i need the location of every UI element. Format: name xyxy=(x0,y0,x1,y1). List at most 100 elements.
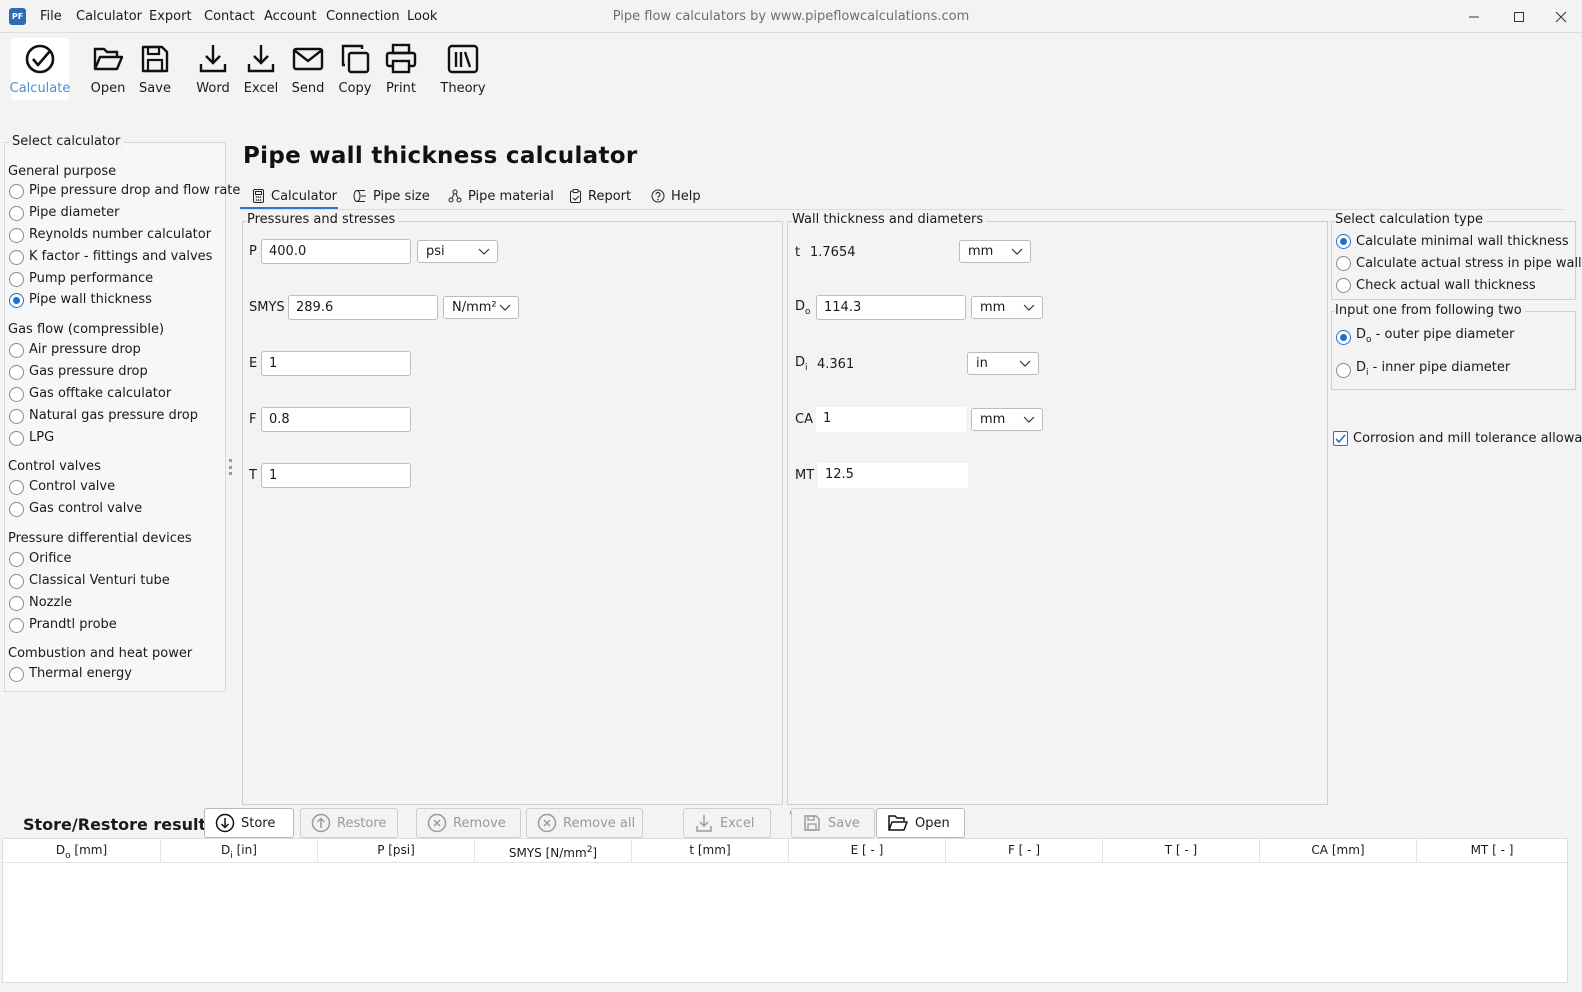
calculate-button[interactable]: Calculate xyxy=(10,38,70,100)
do-unit-select[interactable]: mm xyxy=(971,296,1043,319)
radio-nozzle[interactable] xyxy=(9,596,24,611)
radio-pump-performance[interactable] xyxy=(9,272,24,287)
maximize-button[interactable] xyxy=(1497,0,1541,33)
option-actual-stress[interactable]: Calculate actual stress in pipe wall xyxy=(1356,256,1582,271)
item-pipe-pressure-drop[interactable]: Pipe pressure drop and flow rate xyxy=(29,183,240,198)
item-pump-performance[interactable]: Pump performance xyxy=(29,271,153,286)
col-header-t-factor[interactable]: T [ - ] xyxy=(1103,839,1260,863)
store-excel-button[interactable]: Excel xyxy=(683,808,771,838)
radio-air-pressure-drop[interactable] xyxy=(9,343,24,358)
radio-gas-control-valve[interactable] xyxy=(9,502,24,517)
option-check-wall[interactable]: Check actual wall thickness xyxy=(1356,278,1536,293)
item-orifice[interactable]: Orifice xyxy=(29,551,72,566)
radio-orifice[interactable] xyxy=(9,552,24,567)
radio-minimal-wall[interactable] xyxy=(1336,234,1351,249)
remove-all-button[interactable]: Remove all xyxy=(526,808,643,838)
smys-input[interactable]: 289.6 xyxy=(288,295,438,320)
mill-tolerance-input[interactable]: 12.5 xyxy=(818,463,968,488)
item-control-valve[interactable]: Control valve xyxy=(29,479,115,494)
option-inner-diameter[interactable]: Di - inner pipe diameter xyxy=(1356,360,1510,378)
store-button[interactable]: Store xyxy=(204,808,294,838)
radio-pipe-wall-thickness[interactable] xyxy=(9,293,24,308)
radio-check-wall[interactable] xyxy=(1336,278,1351,293)
corrosion-label[interactable]: Corrosion and mill tolerance allowance xyxy=(1353,431,1582,446)
tab-help[interactable]: Help xyxy=(651,184,701,208)
menu-connection[interactable]: Connection xyxy=(326,9,400,24)
col-header-do[interactable]: Do [mm] xyxy=(3,839,161,863)
option-outer-diameter[interactable]: Do - outer pipe diameter xyxy=(1356,327,1514,345)
close-button[interactable] xyxy=(1539,0,1582,33)
item-lpg[interactable]: LPG xyxy=(29,430,54,445)
minimize-button[interactable] xyxy=(1452,0,1496,33)
col-header-t[interactable]: t [mm] xyxy=(632,839,789,863)
t-unit-select[interactable]: mm xyxy=(959,240,1031,263)
results-table[interactable]: Do [mm] Di [in] P [psi] SMYS [N/mm2] t [… xyxy=(2,838,1568,983)
radio-reynolds[interactable] xyxy=(9,228,24,243)
radio-lpg[interactable] xyxy=(9,431,24,446)
item-reynolds[interactable]: Reynolds number calculator xyxy=(29,227,211,242)
radio-pipe-diameter[interactable] xyxy=(9,206,24,221)
radio-inner-diameter[interactable] xyxy=(1336,363,1351,378)
option-minimal-wall[interactable]: Calculate minimal wall thickness xyxy=(1356,234,1569,249)
menu-look[interactable]: Look xyxy=(407,9,437,24)
store-save-button[interactable]: Save xyxy=(791,808,875,838)
radio-pipe-pressure-drop[interactable] xyxy=(9,184,24,199)
col-header-e[interactable]: E [ - ] xyxy=(789,839,946,863)
tab-pipe-size[interactable]: Pipe size xyxy=(353,184,430,208)
outer-diameter-input[interactable]: 114.3 xyxy=(816,295,966,320)
menu-contact[interactable]: Contact xyxy=(204,9,255,24)
menu-file[interactable]: File xyxy=(40,9,62,24)
tab-calculator[interactable]: Calculator xyxy=(252,184,337,208)
col-header-mt[interactable]: MT [ - ] xyxy=(1417,839,1567,863)
e-input[interactable]: 1 xyxy=(261,351,411,376)
ca-unit-select[interactable]: mm xyxy=(971,408,1043,431)
col-header-di[interactable]: Di [in] xyxy=(161,839,318,863)
remove-button[interactable]: Remove xyxy=(416,808,521,838)
menu-account[interactable]: Account xyxy=(264,9,317,24)
item-nozzle[interactable]: Nozzle xyxy=(29,595,72,610)
radio-venturi[interactable] xyxy=(9,574,24,589)
col-header-ca[interactable]: CA [mm] xyxy=(1260,839,1417,863)
radio-actual-stress[interactable] xyxy=(1336,256,1351,271)
radio-natural-gas[interactable] xyxy=(9,409,24,424)
store-open-button[interactable]: Open xyxy=(876,808,965,838)
save-button[interactable]: Save xyxy=(127,38,183,100)
t-factor-input[interactable]: 1 xyxy=(261,463,411,488)
radio-control-valve[interactable] xyxy=(9,480,24,495)
item-pipe-wall-thickness[interactable]: Pipe wall thickness xyxy=(29,292,152,307)
item-k-factor[interactable]: K factor - fittings and valves xyxy=(29,249,212,264)
item-prandtl[interactable]: Prandtl probe xyxy=(29,617,117,632)
item-pipe-diameter[interactable]: Pipe diameter xyxy=(29,205,119,220)
item-gas-offtake[interactable]: Gas offtake calculator xyxy=(29,386,171,401)
item-thermal-energy[interactable]: Thermal energy xyxy=(29,666,132,681)
f-input[interactable]: 0.8 xyxy=(261,407,411,432)
di-unit-select[interactable]: in xyxy=(967,352,1039,375)
radio-gas-pressure-drop[interactable] xyxy=(9,365,24,380)
pressure-input[interactable]: 400.0 xyxy=(261,239,411,264)
restore-button[interactable]: Restore xyxy=(300,808,398,838)
corrosion-checkbox[interactable] xyxy=(1333,431,1348,446)
menu-calculator[interactable]: Calculator xyxy=(76,9,142,24)
tab-report[interactable]: Report xyxy=(569,184,631,208)
item-gas-control-valve[interactable]: Gas control valve xyxy=(29,501,142,516)
col-header-smys[interactable]: SMYS [N/mm2] xyxy=(475,839,632,863)
corrosion-allowance-input[interactable]: 1 xyxy=(816,407,966,432)
tab-pipe-material[interactable]: Pipe material xyxy=(448,184,554,208)
smys-unit-select[interactable]: N/mm² xyxy=(443,296,519,319)
radio-k-factor[interactable] xyxy=(9,250,24,265)
item-gas-pressure-drop[interactable]: Gas pressure drop xyxy=(29,364,148,379)
item-air-pressure-drop[interactable]: Air pressure drop xyxy=(29,342,141,357)
item-venturi[interactable]: Classical Venturi tube xyxy=(29,573,170,588)
theory-button[interactable]: Theory xyxy=(435,38,491,100)
radio-thermal-energy[interactable] xyxy=(9,667,24,682)
menu-export[interactable]: Export xyxy=(149,9,192,24)
radio-gas-offtake[interactable] xyxy=(9,387,24,402)
radio-prandtl[interactable] xyxy=(9,618,24,633)
col-header-p[interactable]: P [psi] xyxy=(318,839,475,863)
radio-outer-diameter[interactable] xyxy=(1336,330,1351,345)
col-header-f[interactable]: F [ - ] xyxy=(946,839,1103,863)
print-button[interactable]: Print xyxy=(373,38,429,100)
splitter-handle[interactable] xyxy=(229,459,232,475)
item-natural-gas[interactable]: Natural gas pressure drop xyxy=(29,408,198,423)
pressure-unit-select[interactable]: psi xyxy=(417,240,498,263)
